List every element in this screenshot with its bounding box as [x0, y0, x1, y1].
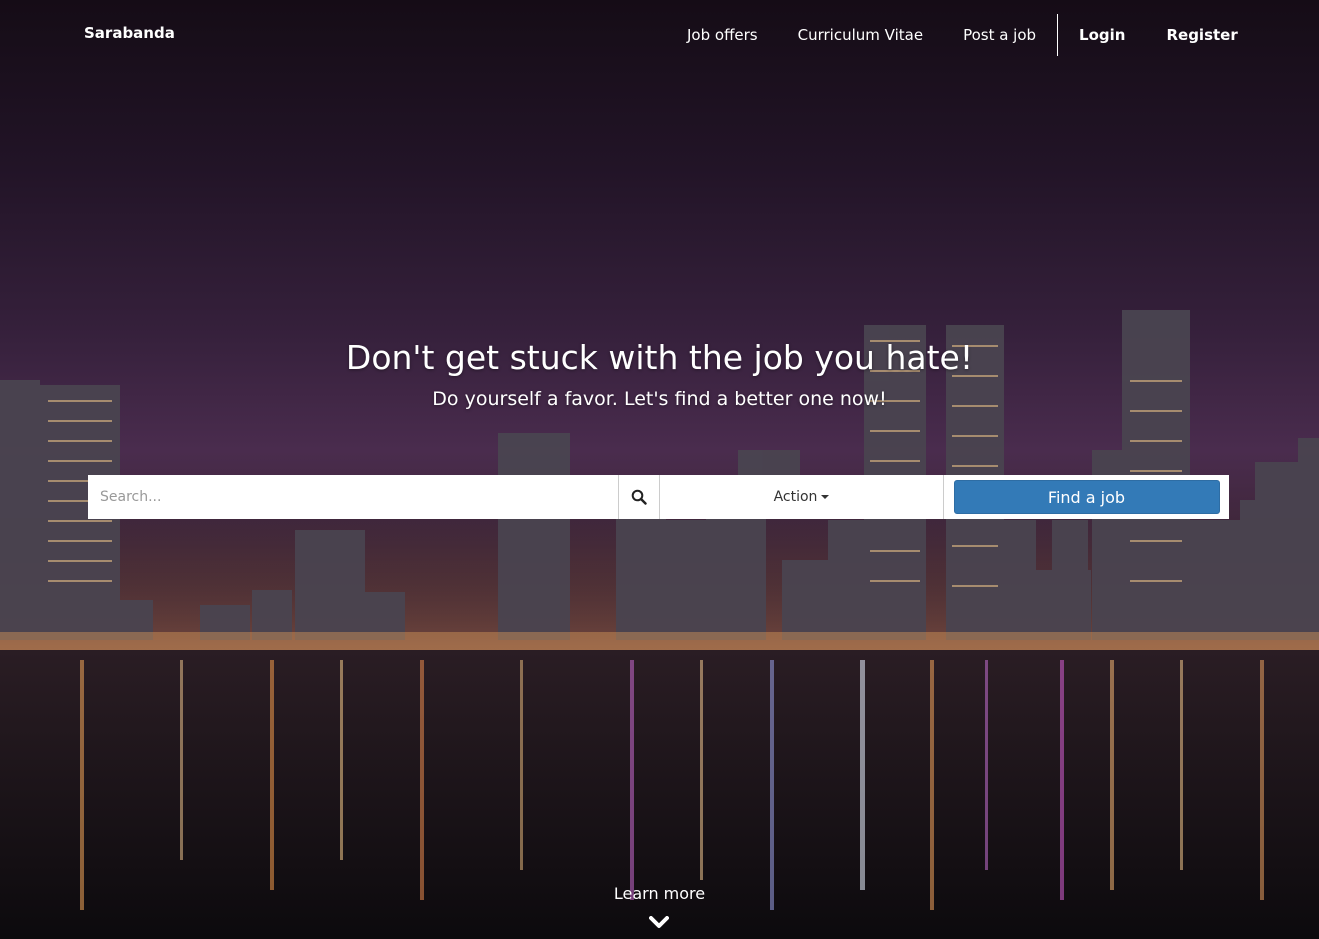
top-navbar: Sarabanda Job offers Curriculum Vitae Po… [0, 0, 1319, 70]
nav-register[interactable]: Register [1146, 14, 1257, 56]
nav-links: Job offers Curriculum Vitae Post a job L… [672, 14, 1258, 56]
action-dropdown-label: Action [773, 489, 818, 505]
learn-more-link[interactable]: Learn more [0, 884, 1319, 903]
nav-login[interactable]: Login [1058, 14, 1146, 56]
brand-logo-link[interactable]: Sarabanda [84, 24, 175, 42]
caret-down-icon [821, 495, 830, 499]
search-input[interactable] [88, 475, 618, 519]
hero-subtitle: Do yourself a favor. Let's find a better… [432, 388, 887, 410]
find-a-job-button[interactable]: Find a job [953, 480, 1220, 514]
city-skyline-background [0, 310, 1319, 939]
search-icon [631, 489, 647, 505]
job-search-bar: Action Find a job [88, 475, 1229, 519]
chevron-down-icon[interactable] [649, 916, 669, 930]
nav-post-a-job[interactable]: Post a job [943, 14, 1056, 56]
nav-job-offers[interactable]: Job offers [672, 14, 778, 56]
action-dropdown[interactable]: Action [660, 475, 944, 519]
hero-title: Don't get stuck with the job you hate! [345, 338, 974, 377]
search-button[interactable] [618, 475, 660, 519]
nav-curriculum-vitae[interactable]: Curriculum Vitae [778, 14, 943, 56]
find-job-wrapper: Find a job [944, 475, 1229, 519]
